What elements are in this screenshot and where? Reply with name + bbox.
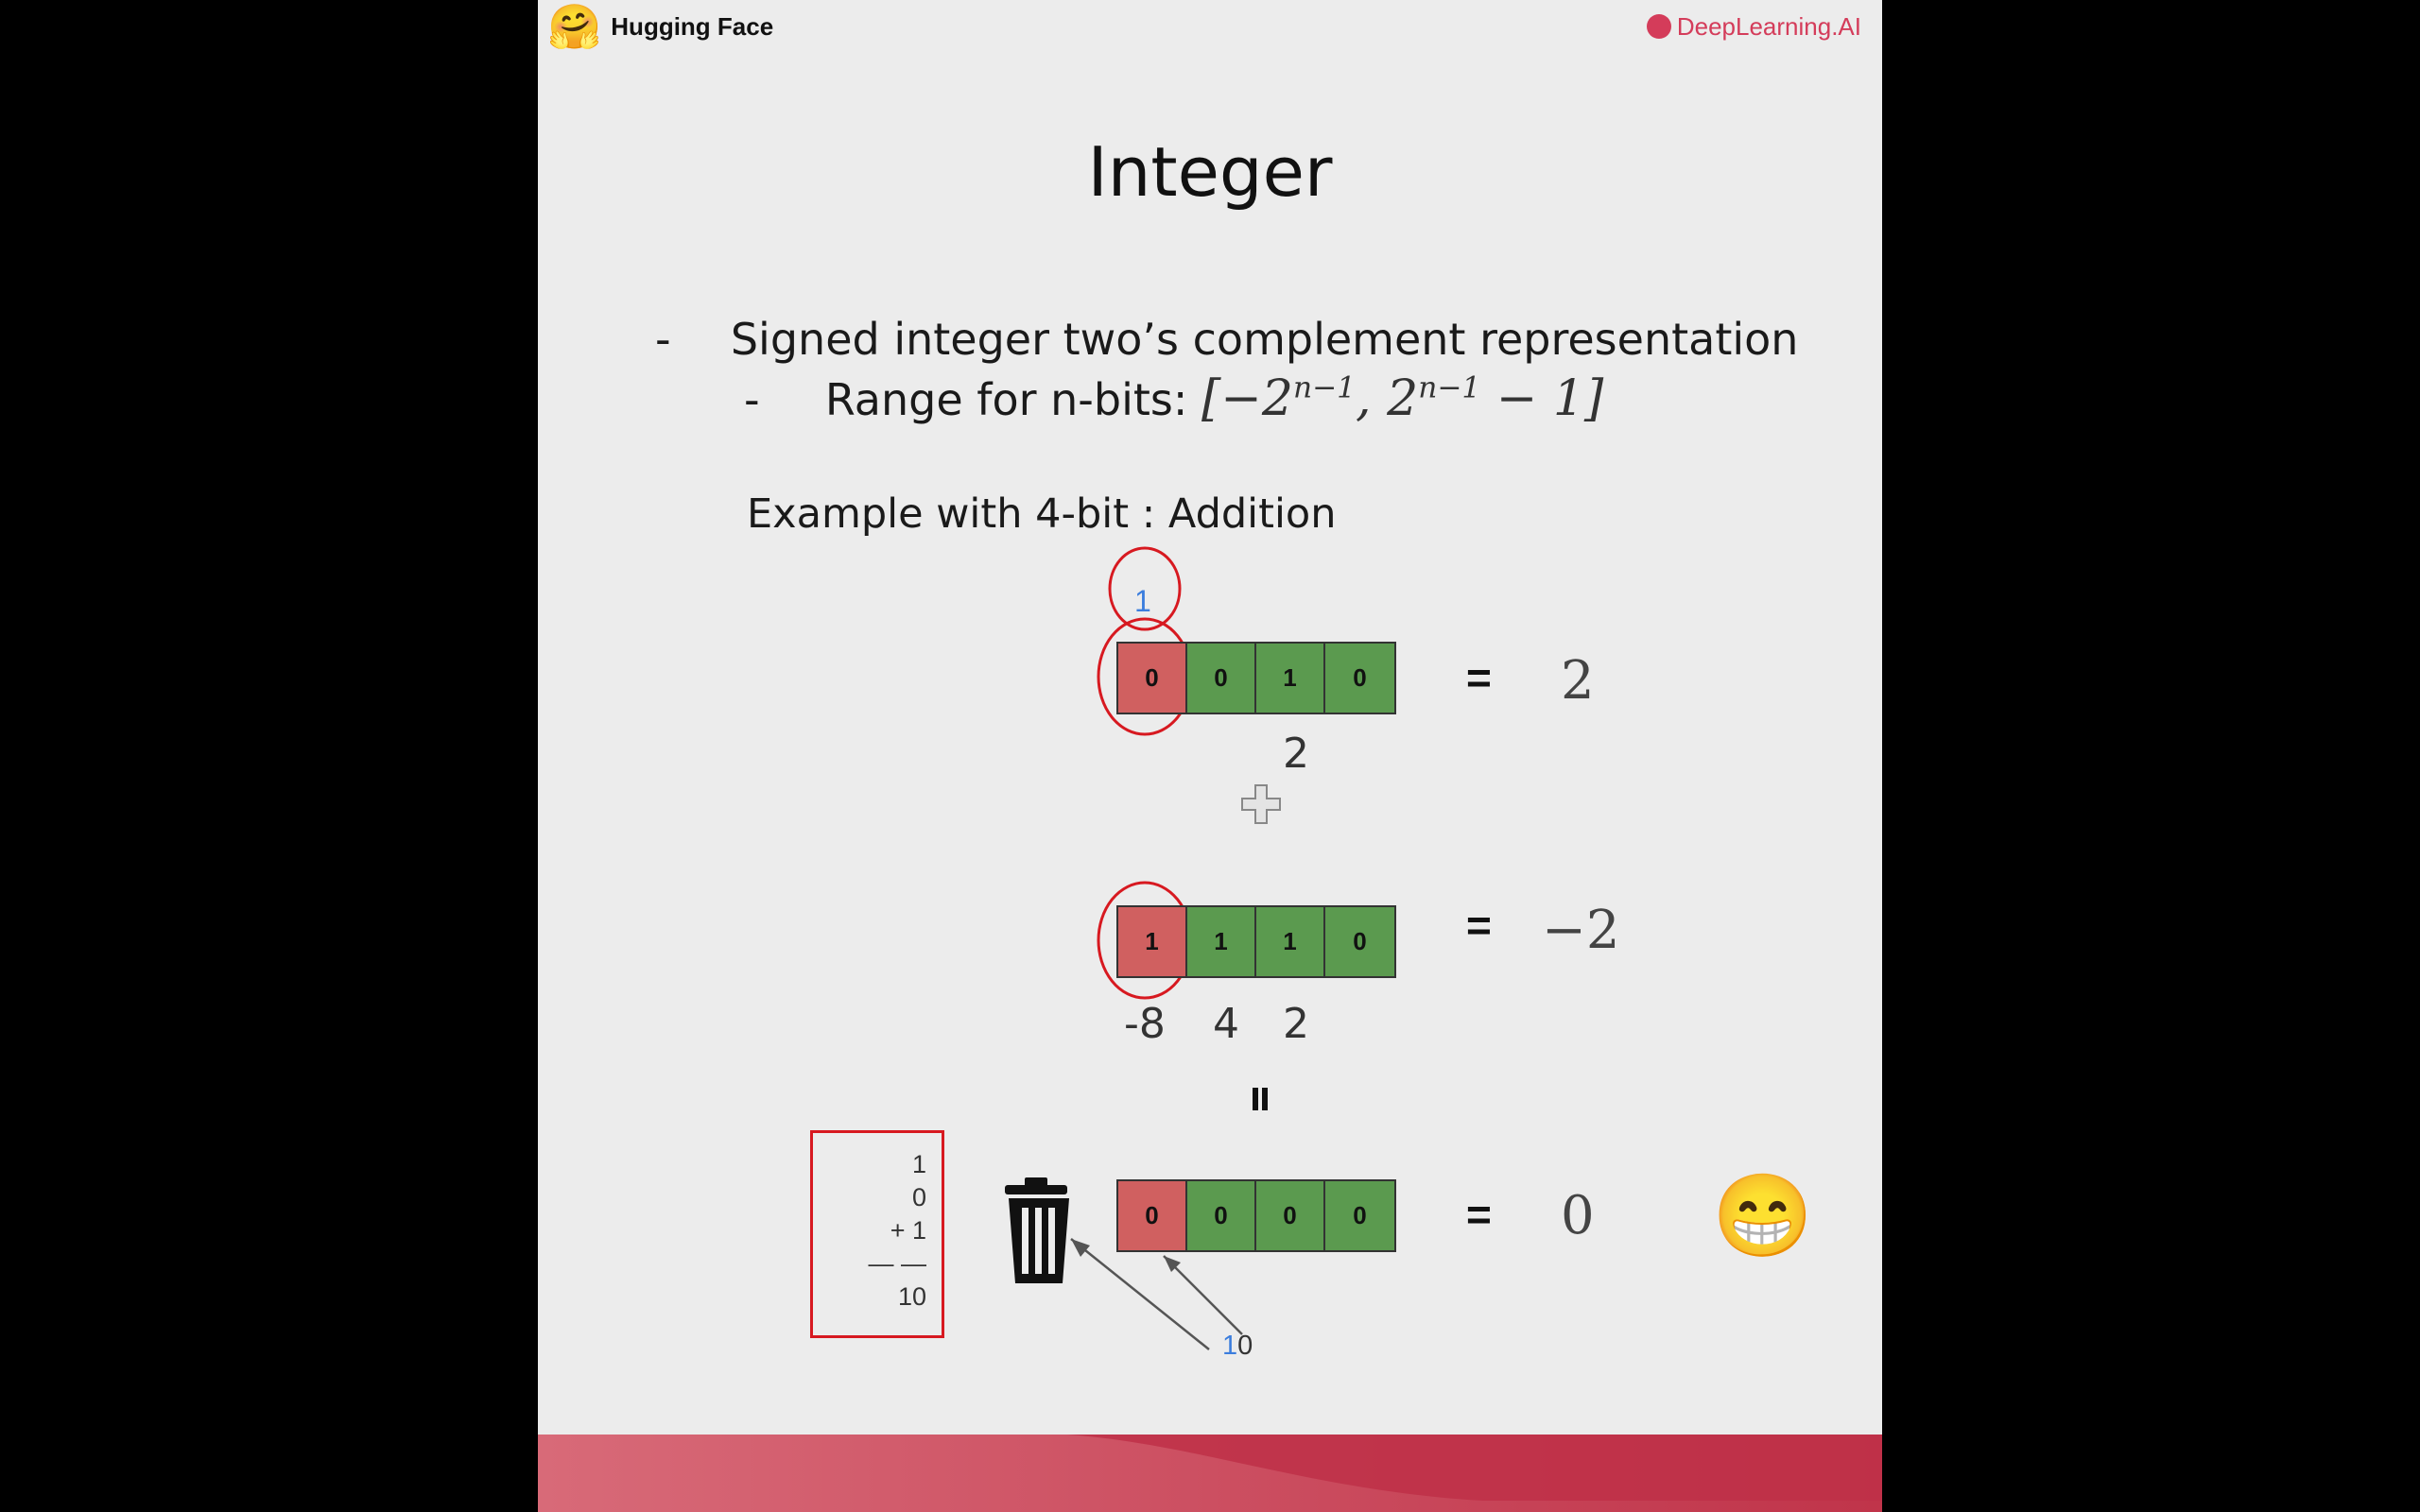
equals-sign: = bbox=[1466, 1190, 1492, 1239]
calc-line: 10 bbox=[897, 1282, 926, 1311]
bit-cell: 0 bbox=[1187, 1181, 1256, 1250]
bit-cell: 1 bbox=[1187, 907, 1256, 976]
row2-weight: -8 bbox=[1124, 1000, 1166, 1048]
row2-weight: 4 bbox=[1213, 1000, 1239, 1048]
calc-line: + 1 bbox=[890, 1216, 926, 1245]
slide: 🤗 Hugging Face DeepLearning.AI Integer -… bbox=[538, 0, 1882, 1512]
result-bit: 0 bbox=[1237, 1331, 1253, 1361]
bit-cell: 0 bbox=[1325, 907, 1394, 976]
row1-weight: 2 bbox=[1283, 730, 1309, 778]
grin-emoji-icon: 😁 bbox=[1712, 1171, 1814, 1262]
overflow-label: 10 bbox=[1222, 1331, 1253, 1362]
carry-digit: 1 bbox=[1134, 584, 1151, 618]
equals-sign: = bbox=[1466, 653, 1492, 702]
row2-value: −2 bbox=[1542, 900, 1620, 961]
row2-weight: 2 bbox=[1283, 1000, 1309, 1048]
plus-icon bbox=[1241, 784, 1281, 824]
bit-cell: 0 bbox=[1325, 644, 1394, 713]
bit-cell: 1 bbox=[1118, 907, 1187, 976]
bits-row-3: 0 0 0 0 bbox=[1116, 1179, 1396, 1252]
bit-cell: 0 bbox=[1256, 1181, 1325, 1250]
annotations bbox=[1005, 546, 1281, 1350]
carry-calculation-box: 1 0 + 1 — — 10 bbox=[810, 1130, 944, 1338]
bit-cell: 0 bbox=[1118, 1181, 1187, 1250]
bit-cell: 1 bbox=[1256, 644, 1325, 713]
footer-wave bbox=[538, 1435, 1882, 1512]
calc-line: 1 bbox=[911, 1150, 926, 1178]
calc-line: — — bbox=[868, 1249, 926, 1278]
equals-sign: = bbox=[1466, 901, 1492, 950]
bit-cell: 0 bbox=[1187, 644, 1256, 713]
bit-cell: 1 bbox=[1256, 907, 1325, 976]
bit-cell: 0 bbox=[1325, 1181, 1394, 1250]
calc-line: 0 bbox=[911, 1183, 926, 1211]
trash-icon bbox=[1005, 1177, 1069, 1283]
row3-value: 0 bbox=[1561, 1185, 1595, 1246]
row1-value: 2 bbox=[1561, 650, 1595, 712]
vertical-equals-icon bbox=[1253, 1088, 1268, 1110]
arrow-to-trash bbox=[1070, 1238, 1210, 1350]
bit-cell: 0 bbox=[1118, 644, 1187, 713]
overflow-bit: 1 bbox=[1222, 1331, 1238, 1361]
bits-row-2: 1 1 1 0 bbox=[1116, 905, 1396, 978]
bits-row-1: 0 0 1 0 bbox=[1116, 642, 1396, 714]
